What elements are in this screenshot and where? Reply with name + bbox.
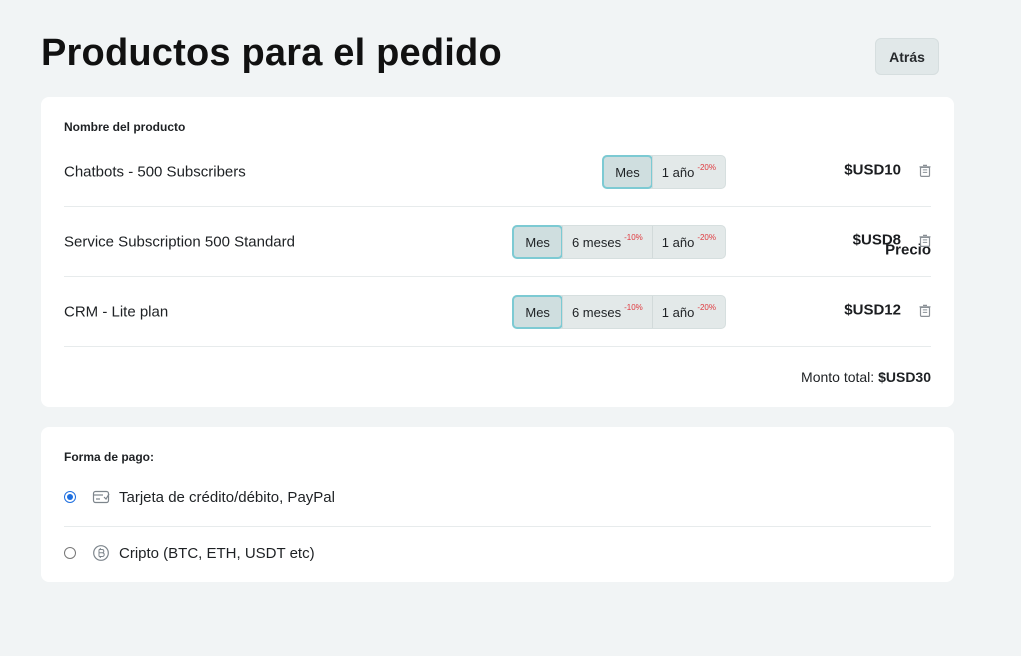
column-header-name: Nombre del producto bbox=[64, 120, 186, 134]
product-price: $USD10 bbox=[844, 161, 901, 179]
product-name: CRM - Lite plan bbox=[64, 303, 169, 321]
payment-label: Cripto (BTC, ETH, USDT etc) bbox=[119, 544, 315, 562]
product-price: $USD8 bbox=[852, 231, 901, 249]
period-label: 6 meses bbox=[571, 234, 622, 250]
payment-label: Tarjeta de crédito/débito, PayPal bbox=[119, 488, 335, 506]
period-label: Mes bbox=[525, 304, 550, 320]
trash-icon[interactable] bbox=[918, 304, 932, 318]
period-option-6-months[interactable]: 6 meses -10% bbox=[561, 296, 652, 328]
period-label: 6 meses bbox=[571, 304, 622, 320]
period-selector: Mes 6 meses -10% 1 año -20% bbox=[512, 295, 726, 329]
payment-divider bbox=[64, 526, 931, 527]
back-button[interactable]: Atrás bbox=[875, 38, 939, 75]
period-label: 1 año bbox=[661, 164, 695, 180]
product-row: CRM - Lite plan Mes 6 meses -10% 1 año -… bbox=[64, 277, 931, 347]
trash-icon[interactable] bbox=[918, 234, 932, 248]
payment-option-crypto[interactable]: Cripto (BTC, ETH, USDT etc) bbox=[64, 532, 931, 574]
period-label: Mes bbox=[615, 164, 640, 180]
payment-header: Forma de pago: bbox=[64, 450, 155, 464]
discount-badge: -20% bbox=[697, 232, 716, 242]
page-title: Productos para el pedido bbox=[41, 32, 502, 74]
period-option-year[interactable]: 1 año -20% bbox=[651, 156, 725, 188]
row-divider bbox=[64, 346, 931, 347]
card-icon bbox=[92, 490, 110, 504]
period-option-year[interactable]: 1 año -20% bbox=[651, 296, 725, 328]
period-label: 1 año bbox=[661, 304, 695, 320]
discount-badge: -10% bbox=[624, 302, 643, 312]
discount-badge: -20% bbox=[697, 162, 716, 172]
period-selector: Mes 1 año -20% bbox=[602, 155, 726, 189]
period-label: 1 año bbox=[661, 234, 695, 250]
period-label: Mes bbox=[525, 234, 550, 250]
period-option-6-months[interactable]: 6 meses -10% bbox=[561, 226, 652, 258]
order-total: Monto total: $USD30 bbox=[801, 369, 931, 385]
total-value: $USD30 bbox=[878, 369, 931, 385]
trash-icon[interactable] bbox=[918, 164, 932, 178]
payment-card: Forma de pago: Tarjeta de crédito/débito… bbox=[41, 427, 954, 582]
product-name: Chatbots - 500 Subscribers bbox=[64, 163, 246, 181]
product-price: $USD12 bbox=[844, 301, 901, 319]
crypto-coin-icon bbox=[93, 545, 109, 561]
period-option-month[interactable]: Mes bbox=[512, 225, 563, 259]
period-selector: Mes 6 meses -10% 1 año -20% bbox=[512, 225, 726, 259]
products-card: Nombre del producto Precio Chatbots - 50… bbox=[41, 97, 954, 407]
discount-badge: -20% bbox=[697, 302, 716, 312]
product-row: Service Subscription 500 Standard Mes 6 … bbox=[64, 207, 931, 277]
discount-badge: -10% bbox=[624, 232, 643, 242]
period-option-month[interactable]: Mes bbox=[602, 155, 653, 189]
period-option-month[interactable]: Mes bbox=[512, 295, 563, 329]
product-row: Chatbots - 500 Subscribers Mes 1 año -20… bbox=[64, 137, 931, 207]
product-name: Service Subscription 500 Standard bbox=[64, 233, 295, 251]
radio-crypto[interactable] bbox=[64, 547, 76, 559]
radio-card[interactable] bbox=[64, 491, 76, 503]
payment-option-card[interactable]: Tarjeta de crédito/débito, PayPal bbox=[64, 476, 931, 518]
period-option-year[interactable]: 1 año -20% bbox=[651, 226, 725, 258]
total-label: Monto total: bbox=[801, 369, 875, 385]
